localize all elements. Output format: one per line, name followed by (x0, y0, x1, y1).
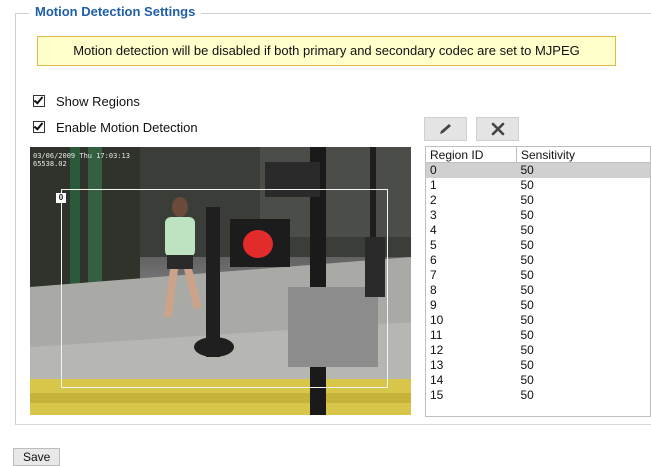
codec-warning: Motion detection will be disabled if bot… (37, 36, 616, 66)
sensitivity-cell: 50 (520, 283, 534, 297)
table-row[interactable]: 1 50 (426, 178, 650, 193)
region-id-label: 0 (56, 193, 66, 203)
show-regions-checkbox[interactable] (33, 95, 45, 107)
region-id-cell: 5 (430, 238, 437, 252)
table-row[interactable]: 13 50 (426, 358, 650, 373)
camera-timestamp: 03/06/2009 Thu 17:03:13 65538.02 (33, 152, 130, 168)
sensitivity-cell: 50 (520, 268, 534, 282)
sensitivity-cell: 50 (520, 328, 534, 342)
x-icon (491, 122, 504, 136)
region-id-cell: 7 (430, 268, 437, 282)
region-table-header: Region ID Sensitivity (426, 147, 650, 163)
region-id-cell: 6 (430, 253, 437, 267)
region-id-cell: 12 (430, 343, 444, 357)
table-row[interactable]: 8 50 (426, 283, 650, 298)
table-row[interactable]: 10 50 (426, 313, 650, 328)
sensitivity-cell: 50 (520, 253, 534, 267)
enable-motion-checkbox[interactable] (33, 121, 45, 133)
table-row[interactable]: 14 50 (426, 373, 650, 388)
sensitivity-cell: 50 (520, 193, 534, 207)
sensitivity-cell: 50 (520, 238, 534, 252)
sensitivity-cell: 50 (520, 373, 534, 387)
sensitivity-cell: 50 (520, 358, 534, 372)
enable-motion-label: Enable Motion Detection (56, 119, 198, 135)
edit-region-button[interactable] (424, 117, 467, 141)
header-region-id: Region ID (426, 147, 517, 163)
table-row[interactable]: 3 50 (426, 208, 650, 223)
region-id-cell: 3 (430, 208, 437, 222)
sensitivity-cell: 50 (520, 208, 534, 222)
table-row[interactable]: 9 50 (426, 298, 650, 313)
region-id-cell: 14 (430, 373, 444, 387)
show-regions-label: Show Regions (56, 93, 140, 109)
region-id-cell: 4 (430, 223, 437, 237)
table-row[interactable]: 12 50 (426, 343, 650, 358)
region-id-cell: 10 (430, 313, 444, 327)
region-id-cell: 8 (430, 283, 437, 297)
header-sensitivity: Sensitivity (516, 147, 650, 163)
sensitivity-cell: 50 (520, 343, 534, 357)
region-id-cell: 11 (430, 328, 443, 342)
region-id-cell: 2 (430, 193, 437, 207)
sensitivity-cell: 50 (520, 388, 534, 402)
sensitivity-cell: 50 (520, 313, 534, 327)
table-row[interactable]: 7 50 (426, 268, 650, 283)
table-row[interactable]: 5 50 (426, 238, 650, 253)
table-row[interactable]: 11 50 (426, 328, 650, 343)
show-regions-row[interactable]: Show Regions (33, 93, 140, 109)
sensitivity-cell: 50 (520, 298, 534, 312)
region-id-cell: 1 (430, 178, 437, 192)
table-row[interactable]: 4 50 (426, 223, 650, 238)
table-row[interactable]: 15 50 (426, 388, 650, 403)
pencil-icon (439, 124, 451, 134)
delete-region-button[interactable] (476, 117, 519, 141)
save-button[interactable]: Save (13, 448, 61, 466)
enable-motion-row[interactable]: Enable Motion Detection (33, 119, 198, 135)
region-id-cell: 13 (430, 358, 444, 372)
section-title: Motion Detection Settings (29, 4, 202, 19)
region-id-cell: 9 (430, 298, 437, 312)
motion-region-0[interactable] (61, 189, 388, 388)
sensitivity-cell: 50 (520, 178, 534, 192)
camera-preview[interactable]: 03/06/2009 Thu 17:03:13 65538.02 0 (30, 147, 411, 415)
table-row[interactable]: 6 50 (426, 253, 650, 268)
table-row[interactable]: 2 50 (426, 193, 650, 208)
region-id-cell: 15 (430, 388, 444, 402)
sensitivity-cell: 50 (520, 223, 534, 237)
table-row[interactable]: 0 50 (426, 162, 650, 178)
region-id-cell: 0 (426, 162, 517, 178)
region-table: Region ID Sensitivity 0 50 1 50 2 50 3 50 4 50 5 50… (425, 146, 651, 417)
sensitivity-cell: 50 (516, 162, 650, 178)
